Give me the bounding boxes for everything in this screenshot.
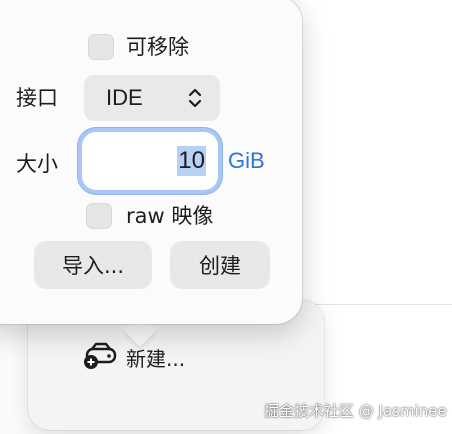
raw-image-label: raw 映像 (126, 204, 214, 228)
updown-chevron-icon (188, 87, 202, 109)
removable-label: 可移除 (126, 35, 189, 59)
size-label: 大小 (16, 152, 58, 176)
new-disk-label: 新建... (126, 346, 186, 371)
new-disk-popover: 可移除 接口 IDE 大小 10 GiB raw 映像 导入... 创建 (0, 0, 302, 324)
size-value: 10 (177, 146, 206, 176)
new-disk-menu-item[interactable]: 新建... (82, 342, 185, 372)
import-button[interactable]: 导入... (34, 241, 152, 289)
divider (300, 304, 452, 305)
interface-label: 接口 (16, 86, 58, 110)
interface-value: IDE (106, 85, 143, 110)
create-button[interactable]: 创建 (170, 241, 270, 289)
size-input[interactable]: 10 (82, 132, 218, 190)
raw-image-checkbox[interactable] (86, 203, 112, 229)
size-unit: GiB (228, 148, 265, 173)
add-disk-icon (82, 340, 120, 374)
interface-select[interactable]: IDE (84, 75, 220, 121)
watermark: 掘金技术社区 @ Jasminee (264, 402, 447, 420)
removable-checkbox[interactable] (88, 34, 114, 60)
screen: 新建... 可移除 接口 IDE 大小 10 GiB raw 映像 导入... … (0, 0, 452, 434)
